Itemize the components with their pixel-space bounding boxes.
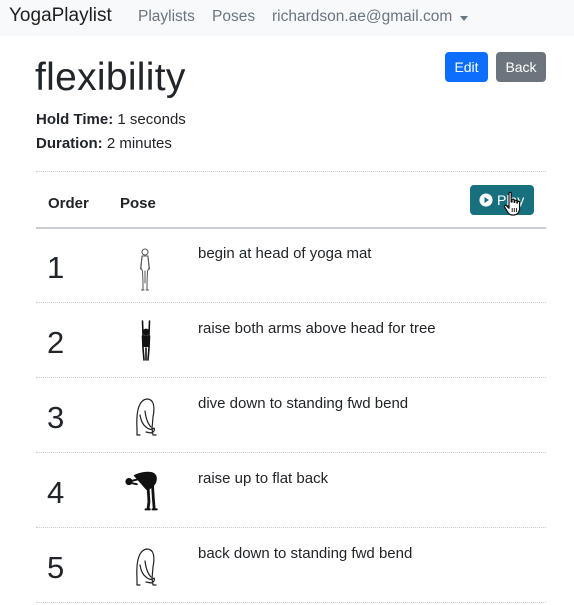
- table-header-rule: [36, 227, 546, 229]
- page-title: flexibility: [35, 56, 186, 99]
- hand-pointer-cursor-icon: [503, 191, 521, 216]
- hold-time-value: 1 seconds: [117, 111, 186, 128]
- duration-value: 2 minutes: [106, 135, 172, 152]
- caret-down-icon: [460, 15, 469, 21]
- row-order: 2: [47, 325, 65, 360]
- navbar: YogaPlaylist Playlists Poses richardson.…: [0, 0, 574, 36]
- column-header-order: Order: [48, 195, 89, 212]
- brand-link[interactable]: YogaPlaylist: [9, 5, 112, 27]
- row-divider: [36, 302, 546, 303]
- user-email: richardson.ae@gmail.com: [272, 8, 453, 25]
- duration: Duration: 2 minutes: [36, 135, 172, 152]
- nav-link-playlists[interactable]: Playlists: [138, 8, 195, 26]
- duration-label: Duration:: [36, 135, 103, 152]
- nav-link-poses[interactable]: Poses: [212, 8, 255, 26]
- flat-back-pose-icon: [125, 471, 158, 511]
- user-dropdown[interactable]: richardson.ae@gmail.com: [272, 8, 469, 26]
- forward-bend-pose-icon: [136, 398, 157, 436]
- hold-time: Hold Time: 1 seconds: [36, 111, 186, 128]
- back-button[interactable]: Back: [496, 52, 546, 82]
- tree-arms-up-pose-icon: [141, 320, 151, 361]
- divider: [36, 171, 546, 172]
- column-header-pose: Pose: [120, 195, 156, 212]
- row-order: 3: [47, 400, 65, 435]
- row-description: begin at head of yoga mat: [198, 245, 372, 262]
- row-divider: [36, 452, 546, 453]
- row-description: raise both arms above head for tree: [198, 320, 436, 337]
- row-order: 1: [47, 250, 65, 285]
- hold-time-label: Hold Time:: [36, 111, 114, 128]
- row-order: 4: [47, 475, 65, 510]
- forward-bend-pose-icon: [136, 548, 157, 586]
- row-divider: [36, 377, 546, 378]
- row-divider: [36, 527, 546, 528]
- row-divider: [36, 602, 546, 603]
- row-order: 5: [47, 550, 65, 585]
- row-description: raise up to flat back: [198, 470, 329, 487]
- edit-button[interactable]: Edit: [445, 52, 488, 82]
- row-description: dive down to standing fwd bend: [198, 395, 409, 412]
- play-circle-icon: [479, 193, 493, 207]
- standing-mountain-pose-icon: [140, 248, 150, 291]
- row-description: back down to standing fwd bend: [198, 545, 413, 562]
